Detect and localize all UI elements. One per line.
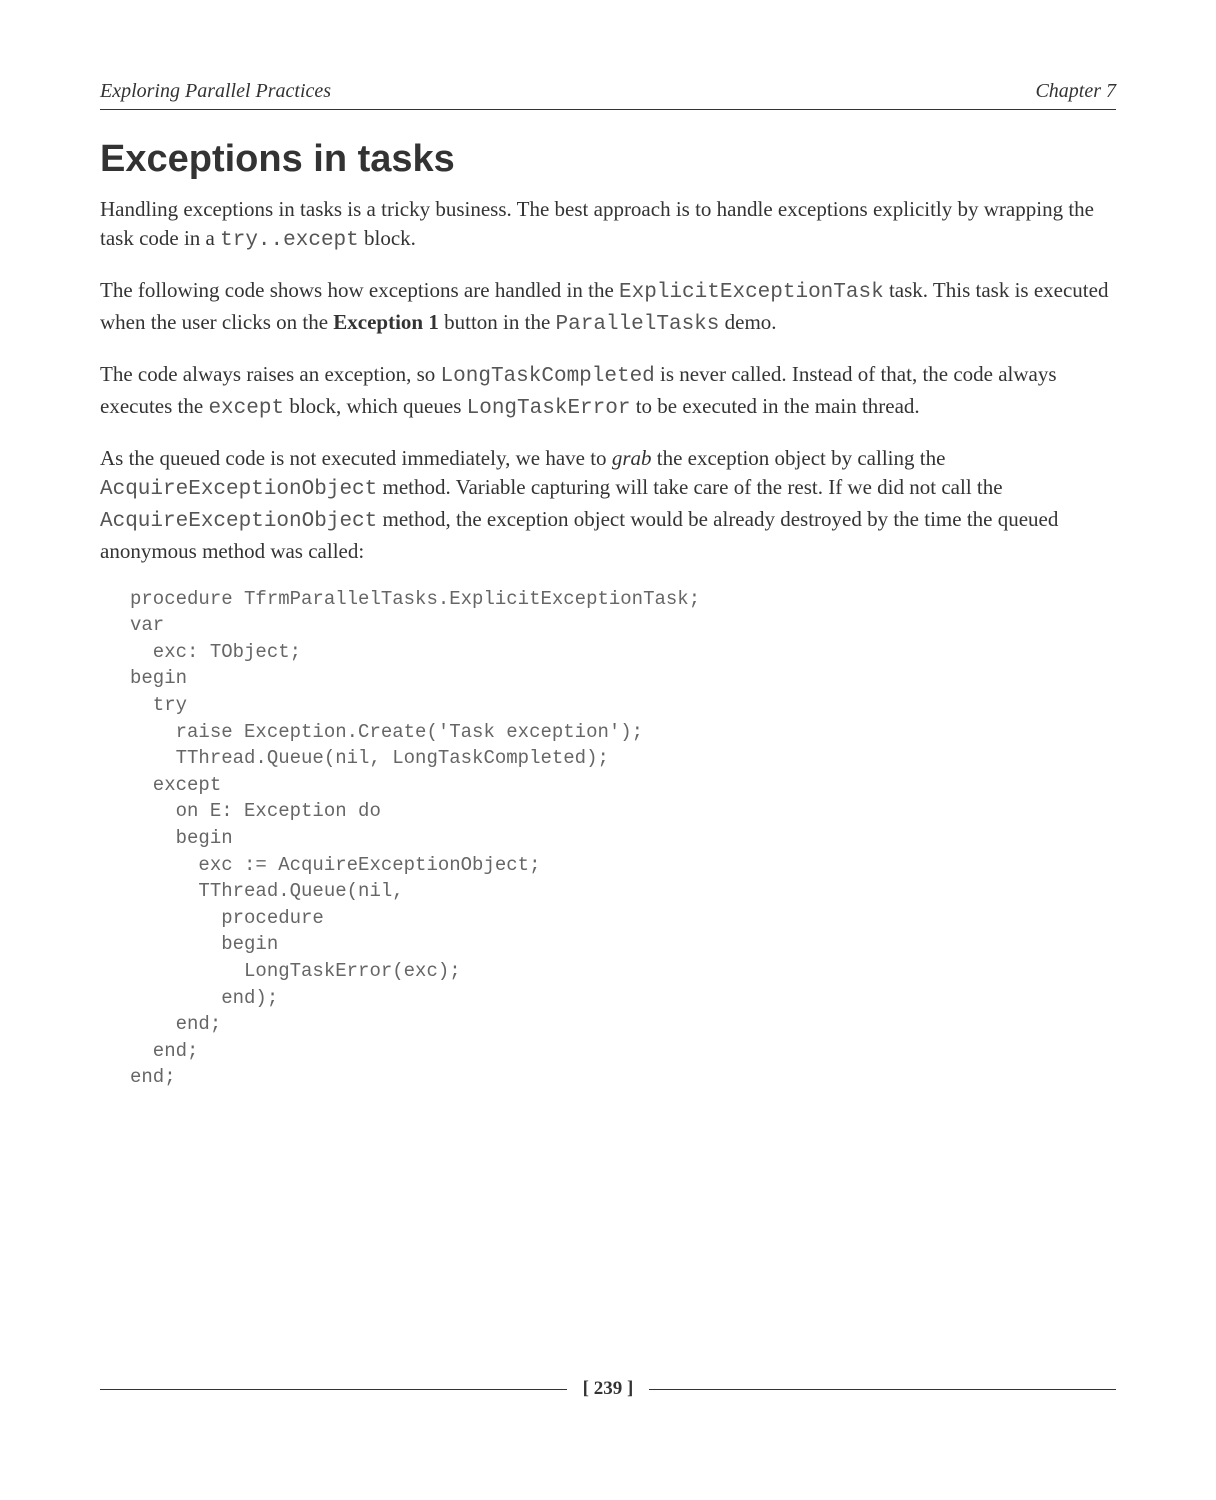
inline-code-acquireexceptionobject-1: AcquireExceptionObject bbox=[100, 478, 377, 501]
header-left: Exploring Parallel Practices bbox=[100, 80, 331, 103]
p2-text1: The following code shows how exceptions … bbox=[100, 278, 619, 302]
paragraph-3: The code always raises an exception, so … bbox=[100, 360, 1116, 424]
p3-text4: to be executed in the main thread. bbox=[630, 394, 919, 418]
inline-code-try-except: try..except bbox=[220, 229, 359, 252]
p2-text4: demo. bbox=[719, 310, 776, 334]
footer-line-right bbox=[649, 1389, 1116, 1390]
section-title: Exceptions in tasks bbox=[100, 138, 1116, 181]
page-header: Exploring Parallel Practices Chapter 7 bbox=[100, 80, 1116, 110]
p3-text3: block, which queues bbox=[284, 394, 467, 418]
italic-grab: grab bbox=[612, 446, 652, 470]
bold-exception-1: Exception 1 bbox=[333, 310, 439, 334]
inline-code-longtaskerror: LongTaskError bbox=[467, 397, 631, 420]
p1-text2: block. bbox=[359, 226, 416, 250]
page-footer: [ 239 ] bbox=[100, 1378, 1116, 1400]
paragraph-2: The following code shows how exceptions … bbox=[100, 276, 1116, 340]
inline-code-except: except bbox=[208, 397, 284, 420]
footer-line-left bbox=[100, 1389, 567, 1390]
p4-text1: As the queued code is not executed immed… bbox=[100, 446, 612, 470]
p2-text3: button in the bbox=[439, 310, 556, 334]
p4-text2: the exception object by calling the bbox=[652, 446, 946, 470]
paragraph-1: Handling exceptions in tasks is a tricky… bbox=[100, 195, 1116, 256]
inline-code-explicitexceptiontask: ExplicitExceptionTask bbox=[619, 281, 884, 304]
inline-code-longtaskcompleted: LongTaskCompleted bbox=[441, 365, 655, 388]
code-block: procedure TfrmParallelTasks.ExplicitExce… bbox=[130, 586, 1116, 1091]
paragraph-4: As the queued code is not executed immed… bbox=[100, 444, 1116, 566]
p4-text3: method. Variable capturing will take car… bbox=[377, 475, 1002, 499]
inline-code-paralleltasks: ParallelTasks bbox=[556, 313, 720, 336]
page-number: [ 239 ] bbox=[567, 1378, 650, 1400]
inline-code-acquireexceptionobject-2: AcquireExceptionObject bbox=[100, 510, 377, 533]
header-right: Chapter 7 bbox=[1035, 80, 1116, 103]
p3-text1: The code always raises an exception, so bbox=[100, 362, 441, 386]
